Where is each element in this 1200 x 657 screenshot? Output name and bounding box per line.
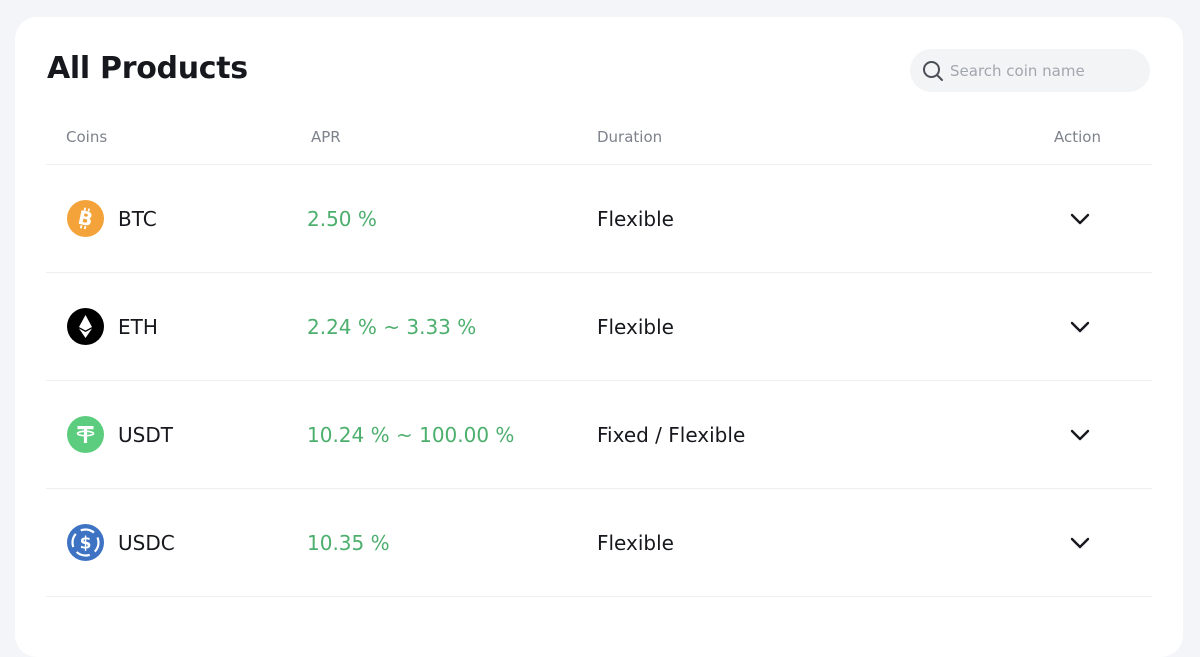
coin-name: ETH <box>118 314 158 339</box>
apr-value: 10.35 % <box>307 530 390 555</box>
apr-cell: 10.24 % ~ 100.00 % <box>307 381 514 488</box>
coin-cell: B BTC <box>67 165 157 272</box>
apr-value: 2.50 % <box>307 206 377 231</box>
column-header-coins: Coins <box>66 128 108 146</box>
duration-value: Flexible <box>597 206 674 231</box>
chevron-down-icon[interactable] <box>1065 204 1095 234</box>
search-box[interactable] <box>910 49 1150 92</box>
chevron-down-icon[interactable] <box>1065 528 1095 558</box>
ethereum-icon <box>67 308 104 345</box>
duration-value: Fixed / Flexible <box>597 422 746 447</box>
action-cell <box>1065 381 1095 488</box>
apr-value: 10.24 % ~ 100.00 % <box>307 422 515 447</box>
search-input[interactable] <box>950 61 1140 80</box>
apr-cell: 2.50 % <box>307 165 377 272</box>
products-card: All Products Coins APR Duration Action B <box>15 17 1183 657</box>
products-table: Coins APR Duration Action B BTC 2.50 % F… <box>46 117 1152 597</box>
action-cell <box>1065 165 1095 272</box>
column-header-apr: APR <box>311 128 341 146</box>
duration-cell: Flexible <box>597 489 674 596</box>
action-cell <box>1065 489 1095 596</box>
page-title: All Products <box>47 51 248 86</box>
action-cell <box>1065 273 1095 380</box>
coin-cell: $ USDC <box>67 489 175 596</box>
chevron-down-icon[interactable] <box>1065 312 1095 342</box>
coin-cell: ETH <box>67 273 158 380</box>
coin-name: BTC <box>118 206 157 231</box>
apr-value: 2.24 % ~ 3.33 % <box>307 314 477 339</box>
apr-cell: 2.24 % ~ 3.33 % <box>307 273 476 380</box>
table-row: ETH 2.24 % ~ 3.33 % Flexible <box>46 273 1152 381</box>
coin-name: USDC <box>118 530 175 555</box>
apr-cell: 10.35 % <box>307 489 390 596</box>
svg-text:$: $ <box>80 534 92 554</box>
coin-cell: USDT <box>67 381 173 488</box>
table-row: $ USDC 10.35 % Flexible <box>46 489 1152 597</box>
search-icon <box>922 60 944 82</box>
usd-coin-icon: $ <box>67 524 104 561</box>
duration-value: Flexible <box>597 314 674 339</box>
bitcoin-icon: B <box>67 200 104 237</box>
tether-icon <box>67 416 104 453</box>
chevron-down-icon[interactable] <box>1065 420 1095 450</box>
column-header-action: Action <box>1054 128 1101 146</box>
duration-cell: Flexible <box>597 165 674 272</box>
table-header: Coins APR Duration Action <box>46 117 1152 165</box>
table-row: USDT 10.24 % ~ 100.00 % Fixed / Flexible <box>46 381 1152 489</box>
duration-value: Flexible <box>597 530 674 555</box>
duration-cell: Fixed / Flexible <box>597 381 745 488</box>
coin-name: USDT <box>118 422 173 447</box>
duration-cell: Flexible <box>597 273 674 380</box>
table-row: B BTC 2.50 % Flexible <box>46 165 1152 273</box>
column-header-duration: Duration <box>597 128 663 146</box>
